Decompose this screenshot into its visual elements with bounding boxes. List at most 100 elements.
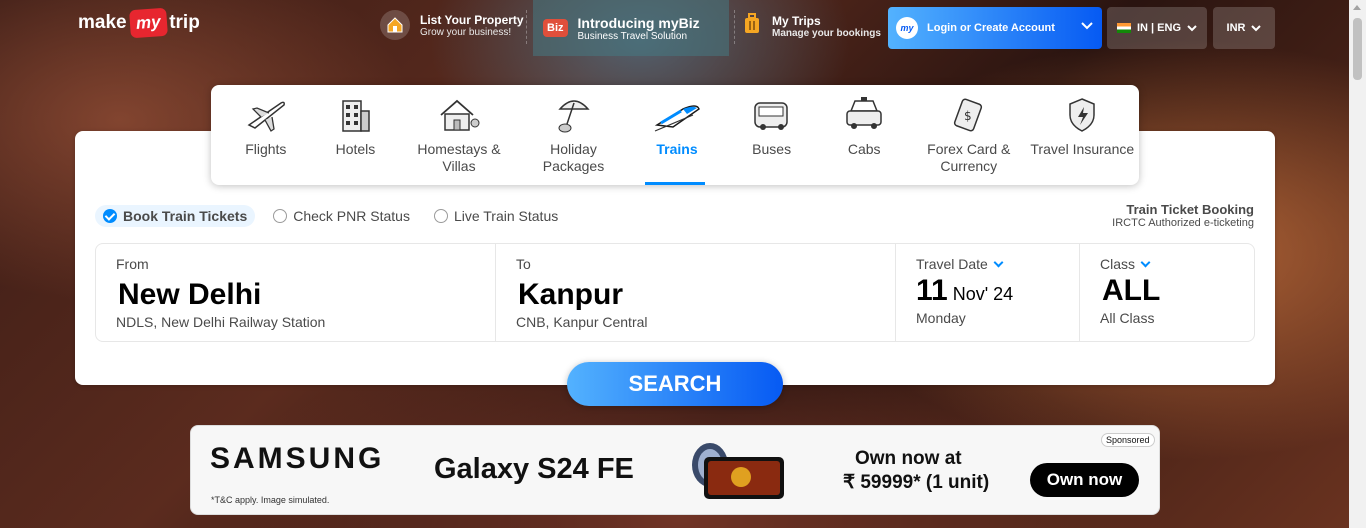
travel-date-field[interactable]: Travel Date 11 Nov' 24 Monday	[896, 244, 1080, 341]
india-flag-icon	[1116, 23, 1131, 33]
option-label: Book Train Tickets	[123, 208, 248, 224]
cab-icon	[846, 97, 882, 129]
radio-icon	[273, 209, 288, 223]
to-label: To	[516, 256, 531, 272]
chevron-down-icon	[1140, 257, 1151, 267]
date-day: 11	[916, 274, 948, 307]
checkmark-icon	[103, 209, 117, 223]
list-property-link[interactable]: List Your Property Grow your business!	[380, 10, 524, 40]
nav-cabs[interactable]: Cabs	[818, 85, 910, 185]
scroll-up-arrow-icon[interactable]	[1353, 5, 1361, 10]
option-label: Live Train Status	[453, 208, 559, 224]
samsung-ad-banner[interactable]: SAMSUNG *T&C apply. Image simulated. Gal…	[190, 425, 1160, 515]
irctc-info: Train Ticket Booking IRCTC Authorized e-…	[1112, 202, 1254, 229]
hotel-icon	[342, 100, 371, 132]
currency-label: INR	[1226, 22, 1246, 34]
option-book-tickets[interactable]: Book Train Tickets	[95, 205, 256, 227]
option-label: Check PNR Status	[293, 208, 410, 224]
irctc-title: Train Ticket Booking	[1126, 202, 1254, 217]
forex-icon: $	[953, 98, 982, 132]
nav-buses[interactable]: Buses	[727, 85, 817, 185]
radio-icon	[433, 209, 448, 223]
my-trips-title: My Trips	[772, 14, 821, 28]
header-divider	[734, 10, 735, 44]
nav-holiday-packages[interactable]: Holiday Packages	[520, 85, 628, 185]
locale-label: IN | ENG	[1136, 22, 1182, 34]
ad-offer-line1: Own now at	[855, 448, 962, 469]
mmt-badge-icon: my	[896, 17, 918, 39]
logo-trip: trip	[169, 12, 200, 33]
nav-label: Flights	[245, 141, 287, 157]
nav-label: Forex Card & Currency	[927, 141, 1011, 174]
nav-label: Cabs	[847, 141, 881, 157]
my-trips-sub: Manage your bookings	[772, 28, 881, 39]
nav-flights[interactable]: Flights	[221, 85, 311, 185]
from-station: NDLS, New Delhi Railway Station	[116, 314, 326, 330]
language-selector[interactable]: IN | ENG	[1107, 7, 1207, 49]
mybiz-link[interactable]: Biz Introducing myBiz Business Travel So…	[533, 0, 729, 56]
search-fields: From New Delhi NDLS, New Delhi Railway S…	[95, 243, 1255, 342]
sponsored-badge: Sponsored	[1101, 433, 1155, 447]
logo-my: my	[128, 7, 168, 39]
nav-label: Buses	[752, 141, 792, 157]
option-check-pnr[interactable]: Check PNR Status	[273, 208, 410, 224]
chevron-down-icon	[1187, 25, 1197, 32]
insurance-icon	[1069, 98, 1096, 132]
chevron-down-icon	[1251, 25, 1262, 32]
header-divider	[526, 10, 527, 44]
to-station: CNB, Kanpur Central	[516, 314, 648, 330]
login-label: Login or Create Account	[927, 22, 1055, 34]
nav-label: Hotels	[335, 141, 376, 157]
ad-brand: SAMSUNG	[210, 442, 385, 475]
list-property-title: List Your Property	[420, 12, 524, 27]
ad-note: *T&C apply. Image simulated.	[211, 495, 330, 505]
nav-label: Travel Insurance	[1030, 141, 1135, 157]
class-label: Class	[1100, 256, 1136, 272]
list-property-sub: Grow your business!	[420, 26, 512, 38]
option-live-status[interactable]: Live Train Status	[433, 208, 559, 224]
suitcase-icon	[742, 13, 762, 40]
date-month: Nov' 24	[952, 284, 1014, 304]
nav-trains[interactable]: Trains	[629, 85, 725, 185]
logo-make: make	[78, 12, 127, 33]
nav-hotels[interactable]: Hotels	[313, 85, 399, 185]
nav-label: Homestays & Villas	[417, 141, 501, 174]
flight-icon	[247, 101, 285, 132]
search-button[interactable]: SEARCH	[567, 362, 783, 406]
login-button[interactable]: my Login or Create Account	[888, 7, 1102, 49]
own-now-button[interactable]: Own now	[1030, 463, 1139, 497]
nav-travel-insurance[interactable]: Travel Insurance	[1028, 85, 1138, 185]
from-field[interactable]: From New Delhi NDLS, New Delhi Railway S…	[96, 244, 496, 341]
ad-offer-line2: ₹ 59999* (1 unit)	[843, 472, 990, 493]
to-city: Kanpur	[518, 278, 623, 311]
page-scrollbar[interactable]	[1349, 0, 1366, 528]
scrollbar-thumb[interactable]	[1353, 18, 1362, 80]
svg-text:$: $	[964, 109, 972, 123]
mybiz-badge: Biz	[543, 19, 568, 37]
date-label: Travel Date	[916, 256, 988, 272]
class-value: ALL	[1102, 274, 1161, 307]
currency-selector[interactable]: INR	[1213, 7, 1275, 49]
homestay-icon	[440, 99, 480, 131]
from-label: From	[116, 256, 149, 272]
chevron-down-icon	[1081, 20, 1093, 35]
my-trips-link[interactable]: My Trips Manage your bookings	[742, 13, 881, 40]
class-sub: All Class	[1100, 310, 1155, 326]
nav-forex[interactable]: $ Forex Card & Currency	[912, 85, 1026, 185]
product-nav: Flights Hotels Homestays & Villas Holida…	[211, 85, 1139, 185]
mybiz-sub: Business Travel Solution	[577, 30, 688, 42]
to-field[interactable]: To Kanpur CNB, Kanpur Central	[496, 244, 896, 341]
mybiz-title: Introducing myBiz	[577, 14, 700, 31]
class-field[interactable]: Class ALL All Class	[1080, 244, 1254, 341]
nav-label: Trains	[656, 141, 698, 157]
makemytrip-logo[interactable]: make my trip	[78, 7, 200, 39]
property-icon	[380, 10, 410, 40]
nav-label: Holiday Packages	[542, 141, 605, 174]
chevron-down-icon	[993, 257, 1004, 267]
ad-product: Galaxy S24 FE	[434, 453, 634, 485]
bus-icon	[753, 102, 788, 130]
nav-homestays[interactable]: Homestays & Villas	[400, 85, 517, 185]
irctc-sub: IRCTC Authorized e-ticketing	[1112, 217, 1254, 229]
phone-image	[692, 443, 784, 499]
train-icon	[654, 105, 700, 132]
